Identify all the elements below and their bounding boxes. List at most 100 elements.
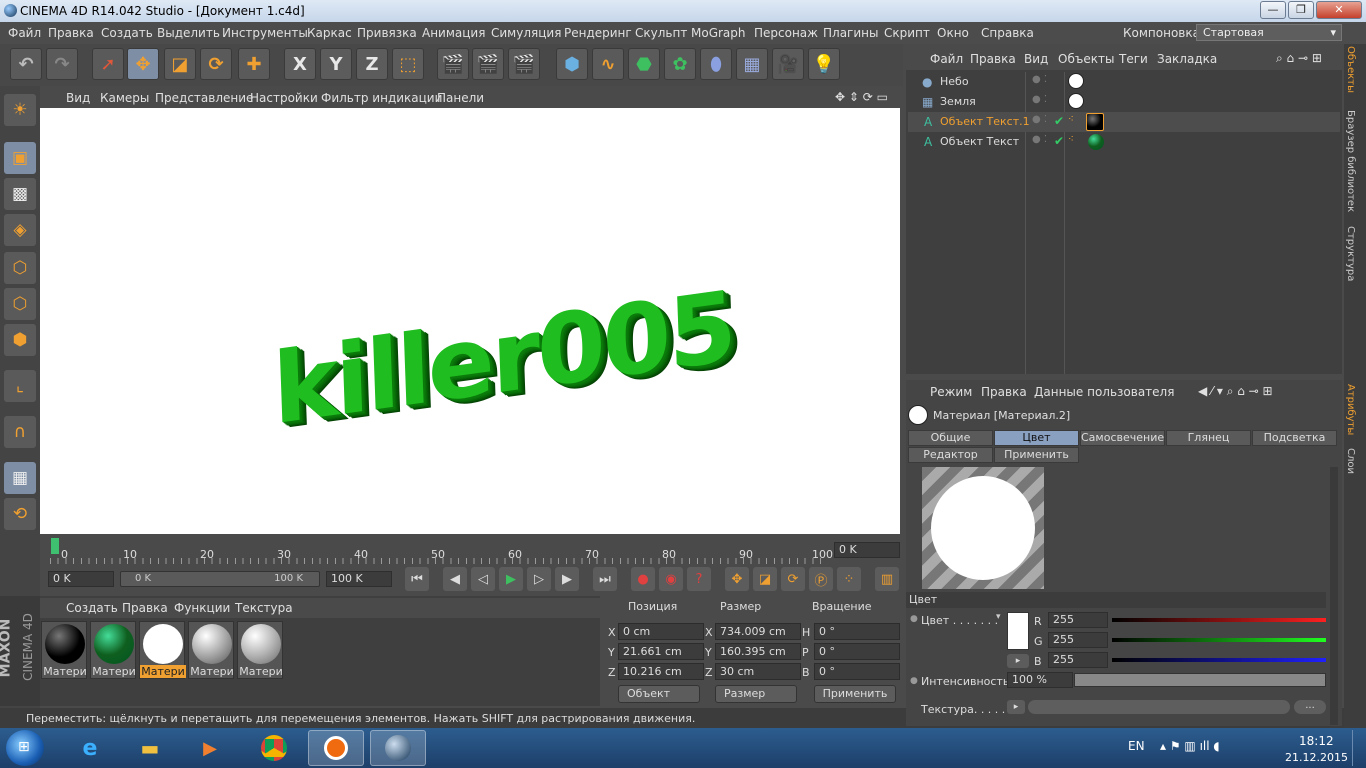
- menu-mograph[interactable]: MoGraph: [691, 26, 746, 40]
- clock-time[interactable]: 18:12: [1299, 734, 1334, 748]
- autokey-button[interactable]: ◉: [659, 567, 683, 591]
- layout-select[interactable]: Стартовая ▾: [1196, 24, 1342, 41]
- tab-assign[interactable]: Применить: [994, 447, 1079, 463]
- material-tag[interactable]: [1068, 73, 1084, 89]
- x-axis-button[interactable]: X: [284, 48, 316, 80]
- attr-menu-userdata[interactable]: Данные пользователя: [1034, 385, 1174, 399]
- play-button[interactable]: ▶: [499, 567, 523, 591]
- side-tab-layers[interactable]: Слои: [1345, 448, 1356, 474]
- taskbar-cinema4d[interactable]: [370, 730, 426, 766]
- keyframe-dot-icon[interactable]: ●: [910, 614, 918, 624]
- object-row[interactable]: A Объект Текст ● ⁚ ✔ ⁖: [908, 132, 1340, 152]
- r-field[interactable]: 255: [1048, 612, 1108, 628]
- render-settings-button[interactable]: 🎬: [508, 48, 540, 80]
- timeline-window-button[interactable]: ▥: [875, 567, 899, 591]
- attr-nav-icons[interactable]: ◀ ⁄ ▾ ⌕ ⌂ ⊸ ⊞: [1198, 384, 1273, 399]
- points-mode-button[interactable]: ⬡: [4, 252, 36, 284]
- viewport-menu-options[interactable]: Настройки: [250, 91, 318, 105]
- prev-frame-button[interactable]: ◁: [471, 567, 495, 591]
- material-swatch[interactable]: Матери: [41, 621, 87, 679]
- polygons-mode-button[interactable]: ⬢: [4, 324, 36, 356]
- minimize-button[interactable]: —: [1260, 1, 1286, 19]
- menu-help[interactable]: Справка: [981, 26, 1034, 40]
- enabled-check-icon[interactable]: ✔: [1054, 114, 1064, 128]
- tab-color[interactable]: Цвет: [994, 430, 1079, 446]
- material-tag[interactable]: [1068, 93, 1084, 109]
- material-tag[interactable]: [1088, 134, 1104, 150]
- workplane-button[interactable]: ◈: [4, 214, 36, 246]
- material-menu-functions[interactable]: Функции: [174, 601, 230, 615]
- g-field[interactable]: 255: [1048, 632, 1108, 648]
- attr-menu-mode[interactable]: Режим: [930, 385, 972, 399]
- start-frame-field[interactable]: 0 K: [48, 571, 114, 587]
- model-mode-button[interactable]: ▣: [4, 142, 36, 174]
- menu-render[interactable]: Рендеринг: [564, 26, 632, 40]
- side-tab-objects[interactable]: Объекты: [1345, 46, 1356, 93]
- tray-icons[interactable]: ▴ ⚑ ▥ ıll ◖: [1160, 739, 1220, 753]
- object-menu-bookmarks[interactable]: Закладка: [1157, 52, 1217, 66]
- key-param-button[interactable]: Ⓟ: [809, 567, 833, 591]
- menu-sculpt[interactable]: Скульпт: [635, 26, 687, 40]
- visibility-dots-icon[interactable]: ● ⁚: [1032, 134, 1047, 145]
- go-to-start-button[interactable]: ⏮: [405, 567, 429, 591]
- texture-more-button[interactable]: ...: [1294, 700, 1326, 714]
- menu-plugins[interactable]: Плагины: [823, 26, 878, 40]
- end-frame-field[interactable]: 100 K: [326, 571, 392, 587]
- object-search-icon[interactable]: ⌕ ⌂ ⊸ ⊞: [1276, 51, 1322, 66]
- object-row-selected[interactable]: A Объект Текст.1 ● ⁚ ✔ ⁖: [908, 112, 1340, 132]
- visibility-dots-icon[interactable]: ● ⁚: [1032, 114, 1047, 125]
- size-y-field[interactable]: 160.395 cm: [715, 643, 801, 660]
- clock-date[interactable]: 21.12.2015: [1285, 751, 1348, 764]
- edges-mode-button[interactable]: ⬡: [4, 288, 36, 320]
- taskbar-explorer[interactable]: ▬: [122, 730, 178, 766]
- viewport-menu-view[interactable]: Вид: [66, 91, 90, 105]
- array-button[interactable]: ✿: [664, 48, 696, 80]
- key-position-button[interactable]: ✥: [725, 567, 749, 591]
- current-frame-field[interactable]: 0 K: [834, 542, 900, 558]
- viewport-menu-panel[interactable]: Панели: [437, 91, 484, 105]
- show-desktop-button[interactable]: [1352, 730, 1364, 766]
- go-to-end-button[interactable]: ⏭: [593, 567, 617, 591]
- material-tag[interactable]: [1086, 113, 1104, 131]
- deformer-button[interactable]: ⬮: [700, 48, 732, 80]
- record-button[interactable]: ●: [631, 567, 655, 591]
- make-editable-button[interactable]: ☀: [4, 94, 36, 126]
- key-pla-button[interactable]: ⁘: [837, 567, 861, 591]
- frame-range-slider[interactable]: 0 K 100 K: [120, 571, 320, 587]
- viewport-menu-cameras[interactable]: Камеры: [100, 91, 149, 105]
- object-menu-edit[interactable]: Правка: [970, 52, 1016, 66]
- viewport-menu-filter[interactable]: Фильтр индикации: [321, 91, 442, 105]
- material-swatch[interactable]: Матери: [90, 621, 136, 679]
- floor-button[interactable]: ▦: [736, 48, 768, 80]
- visibility-dots-icon[interactable]: ● ⁚: [1032, 94, 1047, 105]
- viewport-menu-display[interactable]: Представление: [155, 91, 253, 105]
- enabled-check-icon[interactable]: ✔: [1054, 134, 1064, 148]
- language-indicator[interactable]: EN: [1128, 739, 1145, 753]
- undo-button[interactable]: ↶: [10, 48, 42, 80]
- y-axis-button[interactable]: Y: [320, 48, 352, 80]
- texture-toggle[interactable]: ▸: [1007, 700, 1025, 714]
- size-mode-select[interactable]: Размер: [715, 685, 797, 703]
- size-z-field[interactable]: 30 cm: [715, 663, 801, 680]
- g-slider[interactable]: [1112, 638, 1326, 642]
- close-button[interactable]: ✕: [1316, 1, 1362, 19]
- object-menu-objects[interactable]: Объекты: [1058, 52, 1114, 66]
- b-field[interactable]: 255: [1048, 652, 1108, 668]
- rot-h-field[interactable]: 0 °: [814, 623, 900, 640]
- object-row[interactable]: ● Небо ● ⁚: [908, 72, 1340, 92]
- render-view-button[interactable]: 🎬: [437, 48, 469, 80]
- rotate-tool-button[interactable]: ⟳: [200, 48, 232, 80]
- next-key-button[interactable]: ▶: [555, 567, 579, 591]
- rot-p-field[interactable]: 0 °: [814, 643, 900, 660]
- material-menu-texture[interactable]: Текстура: [235, 601, 293, 615]
- light-button[interactable]: 💡: [808, 48, 840, 80]
- taskbar-media[interactable]: ▶: [182, 730, 238, 766]
- color-picker-toggle[interactable]: ▸: [1007, 654, 1029, 668]
- maximize-button[interactable]: ❐: [1288, 1, 1314, 19]
- taskbar-player[interactable]: [308, 730, 364, 766]
- menu-animate[interactable]: Анимация: [422, 26, 485, 40]
- attr-scrollbar[interactable]: [1330, 467, 1338, 725]
- rot-b-field[interactable]: 0 °: [814, 663, 900, 680]
- z-axis-button[interactable]: Z: [356, 48, 388, 80]
- material-menu-edit[interactable]: Правка: [122, 601, 168, 615]
